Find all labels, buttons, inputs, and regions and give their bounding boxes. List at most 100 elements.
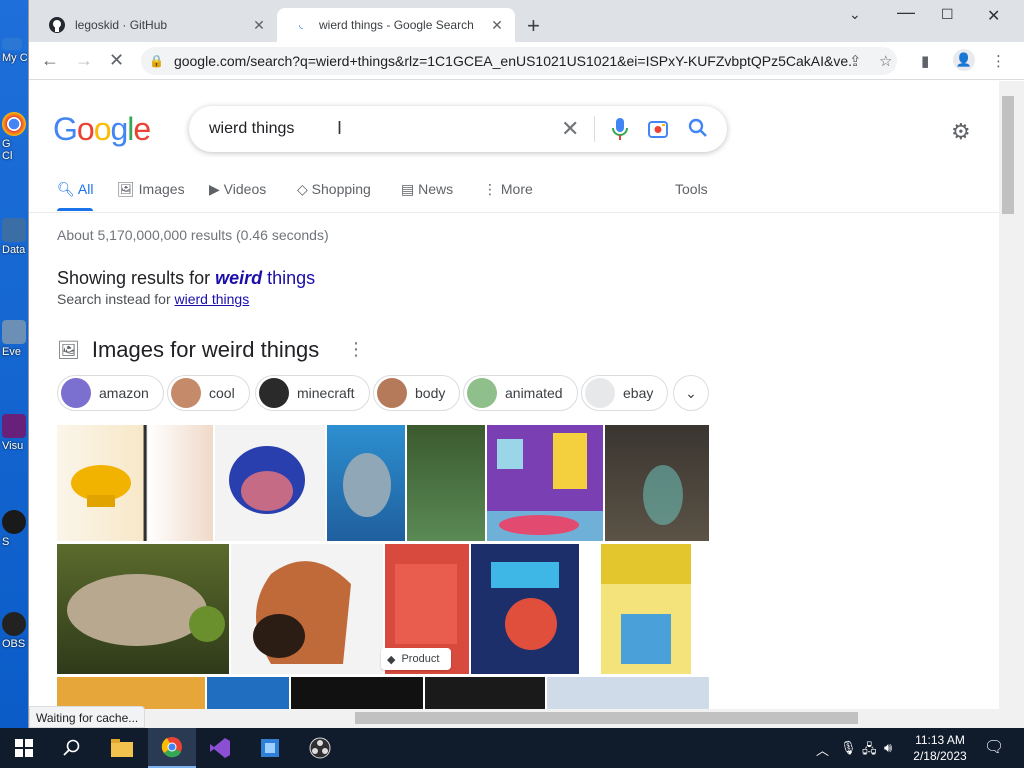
close-window-button[interactable]: ✕ xyxy=(987,6,1000,26)
image-result[interactable] xyxy=(215,425,325,541)
address-bar[interactable]: 🔒 google.com/search?q=wierd+things&rlz=1… xyxy=(141,47,897,75)
image-result[interactable] xyxy=(231,544,383,674)
start-button[interactable] xyxy=(0,728,48,768)
stop-button[interactable]: ✕ xyxy=(109,50,124,71)
windows-icon xyxy=(15,739,33,757)
settings-gear-icon[interactable]: ⚙ xyxy=(951,119,971,145)
show-hidden-icons-chevron-up-icon[interactable]: ︿ xyxy=(816,740,829,759)
chip-minecraft[interactable]: minecraft xyxy=(255,375,370,411)
tab-google-search[interactable]: ◟ wierd things - Google Search ✕ xyxy=(277,8,515,42)
chip-label: ebay xyxy=(623,385,654,401)
chip-thumbnail xyxy=(171,378,201,408)
image-result[interactable] xyxy=(605,425,709,541)
tab-search-icon[interactable]: ⌄ xyxy=(849,6,861,23)
image-result[interactable] xyxy=(57,677,205,709)
images-heading-text[interactable]: Images for weird things xyxy=(92,337,319,363)
chip-thumbnail xyxy=(61,378,91,408)
side-panel-icon[interactable]: ▮ xyxy=(921,52,929,70)
close-tab-icon[interactable]: ✕ xyxy=(249,17,269,34)
image-result[interactable] xyxy=(547,677,709,709)
close-tab-icon[interactable]: ✕ xyxy=(487,17,507,34)
chip-amazon[interactable]: amazon xyxy=(57,375,164,411)
maximize-button[interactable]: ☐ xyxy=(941,6,954,23)
tab-videos[interactable]: ▶︎ Videos xyxy=(209,181,266,198)
tab-label: More xyxy=(500,181,533,197)
image-result[interactable] xyxy=(487,425,603,541)
taskbar-chrome[interactable] xyxy=(148,728,196,768)
bookmark-star-icon[interactable]: ☆ xyxy=(879,52,892,70)
image-result[interactable] xyxy=(601,544,691,674)
desktop-icon-obs[interactable]: OBS xyxy=(2,612,30,650)
image-result[interactable] xyxy=(207,677,289,709)
vertical-scrollbar[interactable] xyxy=(999,81,1024,709)
tools-button[interactable]: Tools xyxy=(675,181,708,197)
chip-label: body xyxy=(415,385,446,401)
search-box[interactable]: wierd things I ✕ xyxy=(189,106,727,152)
image-result[interactable] xyxy=(471,544,579,674)
chevron-down-icon: ⌄ xyxy=(685,384,697,401)
chip-body[interactable]: body xyxy=(373,375,461,411)
horizontal-scrollbar[interactable] xyxy=(29,709,1024,728)
tardigrade-image xyxy=(67,574,225,646)
clear-search-icon[interactable]: ✕ xyxy=(561,116,579,142)
visual-studio-icon xyxy=(2,414,26,438)
horse-mask-image xyxy=(253,561,351,664)
image-result[interactable] xyxy=(57,425,213,541)
volume-icon[interactable]: 🔊︎ xyxy=(884,740,892,756)
search-small-icon: 🔍︎ xyxy=(57,181,75,197)
chip-ebay[interactable]: ebay xyxy=(581,375,669,411)
chip-cool[interactable]: cool xyxy=(167,375,250,411)
taskbar-file-explorer[interactable] xyxy=(98,728,146,768)
tab-all[interactable]: 🔍︎ All xyxy=(57,181,93,198)
google-logo[interactable]: Google xyxy=(53,111,151,148)
image-result[interactable] xyxy=(407,425,485,541)
scrollbar-thumb[interactable] xyxy=(355,712,858,724)
microphone-icon[interactable]: 🎙︎ xyxy=(840,740,857,756)
desktop-icon-chrome[interactable]: G Cl xyxy=(2,112,30,162)
taskbar-search-button[interactable] xyxy=(48,728,96,768)
camera-search-icon[interactable] xyxy=(647,118,669,140)
microphone-icon[interactable] xyxy=(611,116,629,142)
desktop-icon-s[interactable]: S xyxy=(2,510,30,548)
tab-news[interactable]: ▤ News xyxy=(401,181,453,198)
search-input[interactable]: wierd things xyxy=(209,120,294,138)
play-icon: ▶︎ xyxy=(209,181,220,197)
image-result[interactable] xyxy=(291,677,423,709)
menu-kebab-icon[interactable]: ⋮ xyxy=(991,52,1006,70)
taskbar-obs[interactable] xyxy=(296,728,344,768)
original-query-link[interactable]: wierd things xyxy=(175,291,250,307)
taskbar-app[interactable] xyxy=(246,728,294,768)
chip-thumbnail xyxy=(467,378,497,408)
desktop-icon-visual-studio[interactable]: Visu xyxy=(2,414,30,452)
image-result[interactable] xyxy=(425,677,545,709)
search-icon xyxy=(63,739,80,756)
corrected-rest: things xyxy=(262,268,316,288)
scrollbar-thumb[interactable] xyxy=(1002,96,1014,214)
forward-button[interactable]: → xyxy=(75,50,93,71)
search-icon[interactable] xyxy=(687,117,709,139)
image-result[interactable] xyxy=(57,544,229,674)
chip-animated[interactable]: animated xyxy=(463,375,578,411)
share-icon[interactable]: ⇪ xyxy=(849,52,862,70)
tab-more[interactable]: ⋮ More xyxy=(483,181,533,198)
desktop-icon-my-computer[interactable]: My C xyxy=(2,38,30,64)
corrected-query-link[interactable]: weird things xyxy=(215,268,315,288)
tab-github[interactable]: legoskid · GitHub ✕ xyxy=(37,8,277,42)
back-button[interactable]: ← xyxy=(41,50,59,71)
desktop-icon-event[interactable]: Eve xyxy=(2,320,30,358)
new-tab-button[interactable]: + xyxy=(527,13,540,39)
chips-expand-button[interactable]: ⌄ xyxy=(673,375,709,411)
taskbar-visual-studio[interactable] xyxy=(196,728,244,768)
taskbar: ︿ 🎙︎ 🖧︎ 🔊︎ 11:13 AM 2/18/2023 🗨︎ xyxy=(0,728,1024,768)
images-more-options-icon[interactable]: ⋮ xyxy=(347,339,365,360)
network-icon[interactable]: 🖧︎ xyxy=(862,740,877,762)
system-clock[interactable]: 11:13 AM 2/18/2023 xyxy=(908,732,972,764)
profile-avatar[interactable]: 👤 xyxy=(953,49,975,71)
notifications-icon[interactable]: 🗨︎ xyxy=(984,737,1004,757)
minimize-button[interactable]: — xyxy=(897,2,915,23)
tab-images[interactable]: 🖼︎ Images xyxy=(117,181,185,198)
image-result[interactable] xyxy=(327,425,405,541)
text-cursor-icon: I xyxy=(337,118,343,138)
desktop-icon-data[interactable]: Data xyxy=(2,218,30,256)
tab-shopping[interactable]: ◇ Shopping xyxy=(297,181,371,198)
